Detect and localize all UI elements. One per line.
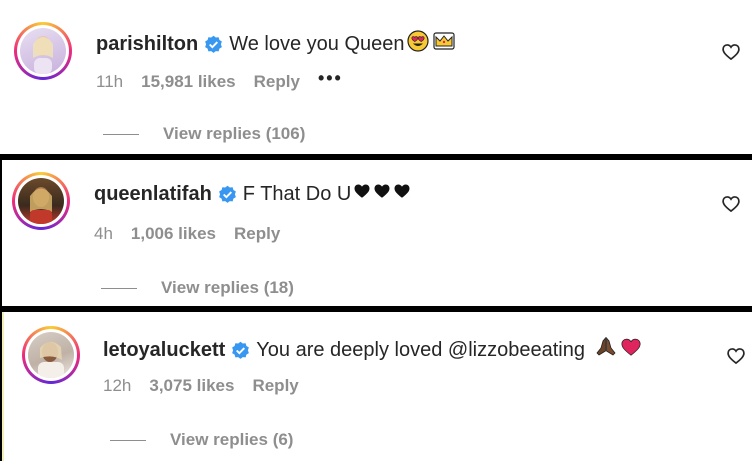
- reply-button[interactable]: Reply: [252, 376, 298, 396]
- like-heart-icon[interactable]: [726, 346, 746, 366]
- comment-parishilton: parishilton We love you Queen 11h 15,981…: [0, 0, 752, 154]
- comment-time: 12h: [103, 376, 132, 395]
- view-replies-button[interactable]: View replies (6): [110, 430, 293, 450]
- likes-count[interactable]: 1,006 likes: [131, 224, 216, 244]
- view-replies-button[interactable]: View replies (18): [101, 278, 294, 298]
- comment-letoyaluckett: letoyaluckett You are deeply loved @lizz…: [2, 312, 752, 461]
- black-heart-emoji: [393, 182, 411, 206]
- praying-hands-emoji: [595, 336, 617, 364]
- username[interactable]: letoyaluckett: [103, 339, 225, 362]
- avatar[interactable]: [12, 172, 70, 230]
- reply-button[interactable]: Reply: [254, 72, 300, 92]
- reply-button[interactable]: Reply: [234, 224, 280, 244]
- replies-divider: [103, 133, 139, 135]
- replies-divider: [101, 287, 137, 289]
- heart-eyes-emoji: [406, 30, 429, 58]
- avatar[interactable]: [22, 326, 80, 384]
- more-options-icon[interactable]: •••: [318, 68, 343, 89]
- comment-text: We love you Queen: [229, 32, 405, 55]
- replies-divider: [110, 439, 146, 441]
- like-heart-icon[interactable]: [721, 194, 741, 214]
- comment-text: You are deeply loved @lizzobeeating: [256, 338, 585, 361]
- like-heart-icon[interactable]: [721, 42, 741, 62]
- comment-time: 4h: [94, 224, 113, 243]
- view-replies-label: View replies (6): [170, 430, 294, 449]
- likes-count[interactable]: 15,981 likes: [141, 72, 236, 92]
- red-heart-emoji: [620, 336, 642, 364]
- black-heart-emoji: [353, 182, 371, 206]
- view-replies-button[interactable]: View replies (106): [103, 124, 305, 144]
- verified-badge-icon: [205, 35, 223, 53]
- black-heart-emoji: [373, 182, 391, 206]
- comment-text: F That Do U: [242, 182, 352, 205]
- username[interactable]: queenlatifah: [94, 183, 212, 206]
- view-replies-label: View replies (106): [163, 124, 306, 143]
- likes-count[interactable]: 3,075 likes: [149, 376, 234, 396]
- username[interactable]: parishilton: [96, 33, 198, 56]
- comment-time: 11h: [96, 72, 124, 91]
- verified-badge-icon: [218, 185, 236, 203]
- crown-emoji: [432, 30, 455, 58]
- comment-queenlatifah: queenlatifah F That Do U 4h 1,006 likes …: [2, 160, 752, 306]
- avatar[interactable]: [14, 22, 72, 80]
- verified-badge-icon: [232, 341, 250, 359]
- view-replies-label: View replies (18): [161, 278, 294, 297]
